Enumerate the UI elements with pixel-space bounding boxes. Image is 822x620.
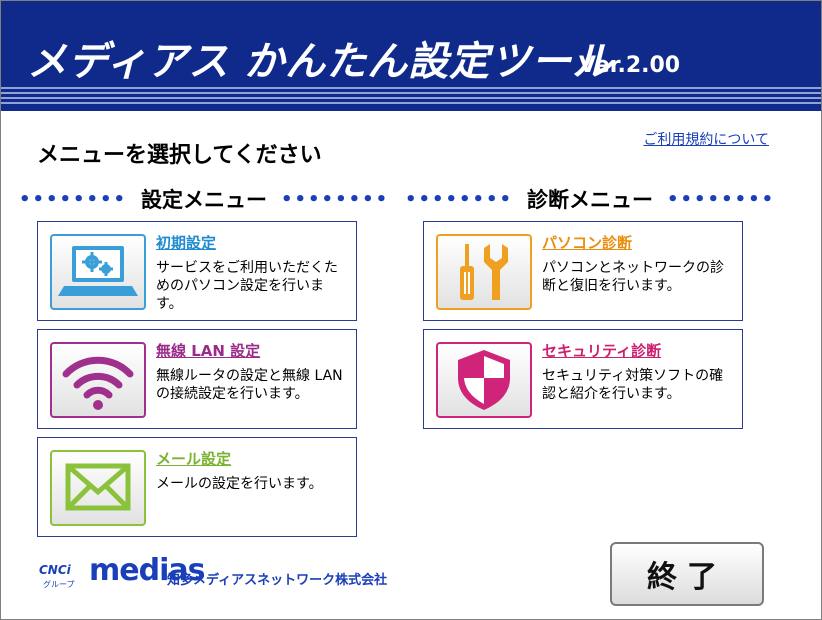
diagnosis-menu-heading: •••••••• 診断メニュー •••••••• xyxy=(405,185,773,213)
terms-link[interactable]: ご利用規約について xyxy=(643,129,769,149)
wireless-lan-card[interactable]: 無線 LAN 設定 無線ルータの設定と無線 LAN の接続設定を行います。 xyxy=(37,329,357,429)
security-diagnosis-desc: セキュリティ対策ソフトの確認と紹介を行います。 xyxy=(542,368,724,402)
heading-dots-left: •••••••• xyxy=(405,188,514,210)
wifi-icon[interactable] xyxy=(50,342,146,418)
header-stripes xyxy=(1,87,821,111)
cnci-logo-sub: グループ xyxy=(43,580,75,589)
wireless-lan-title[interactable]: 無線 LAN 設定 xyxy=(156,340,260,361)
heading-dots-right: •••••••• xyxy=(281,188,390,210)
diagnosis-menu-label: 診断メニュー xyxy=(527,188,654,212)
cnci-logo: CNCi xyxy=(39,563,71,577)
mail-setup-title[interactable]: メール設定 xyxy=(156,448,231,469)
pc-diagnosis-desc: パソコンとネットワークの診断と復旧を行います。 xyxy=(542,260,724,294)
envelope-icon[interactable] xyxy=(50,450,146,526)
security-diagnosis-card[interactable]: セキュリティ診断 セキュリティ対策ソフトの確認と紹介を行います。 xyxy=(423,329,743,429)
pc-diagnosis-card[interactable]: パソコン診断 パソコンとネットワークの診断と復旧を行います。 xyxy=(423,221,743,321)
settings-menu-label: 設定メニュー xyxy=(141,188,268,212)
heading-dots-right: •••••••• xyxy=(667,188,776,210)
exit-button[interactable]: 終了 xyxy=(610,542,764,606)
footer-logos: CNCi グループ medias 知多メディアスネットワーク株式会社 xyxy=(37,541,387,601)
app-version: Ver.2.00 xyxy=(579,53,681,78)
mail-setup-card[interactable]: メール設定 メールの設定を行います。 xyxy=(37,437,357,537)
company-name: 知多メディアスネットワーク株式会社 xyxy=(167,573,388,588)
laptop-gears-icon[interactable] xyxy=(50,234,146,310)
app-window: メディアス かんたん設定ツール Ver.2.00 メニューを選択してください ご… xyxy=(0,0,822,620)
pc-diagnosis-title[interactable]: パソコン診断 xyxy=(542,232,632,253)
initial-setup-desc: サービスをご利用いただくためのパソコン設定を行います。 xyxy=(156,260,338,312)
initial-setup-title[interactable]: 初期設定 xyxy=(156,232,216,253)
page-subtitle: メニューを選択してください xyxy=(37,143,322,168)
wireless-lan-desc: 無線ルータの設定と無線 LAN の接続設定を行います。 xyxy=(156,368,343,402)
app-title: メディアス かんたん設定ツール xyxy=(27,39,614,85)
settings-menu-heading: •••••••• 設定メニュー •••••••• xyxy=(19,185,387,213)
header-banner: メディアス かんたん設定ツール Ver.2.00 xyxy=(1,1,821,111)
security-diagnosis-title[interactable]: セキュリティ診断 xyxy=(542,340,661,361)
initial-setup-card[interactable]: 初期設定 サービスをご利用いただくためのパソコン設定を行います。 xyxy=(37,221,357,321)
shield-icon[interactable] xyxy=(436,342,532,418)
tools-icon[interactable] xyxy=(436,234,532,310)
mail-setup-desc: メールの設定を行います。 xyxy=(156,476,323,492)
heading-dots-left: •••••••• xyxy=(19,188,128,210)
